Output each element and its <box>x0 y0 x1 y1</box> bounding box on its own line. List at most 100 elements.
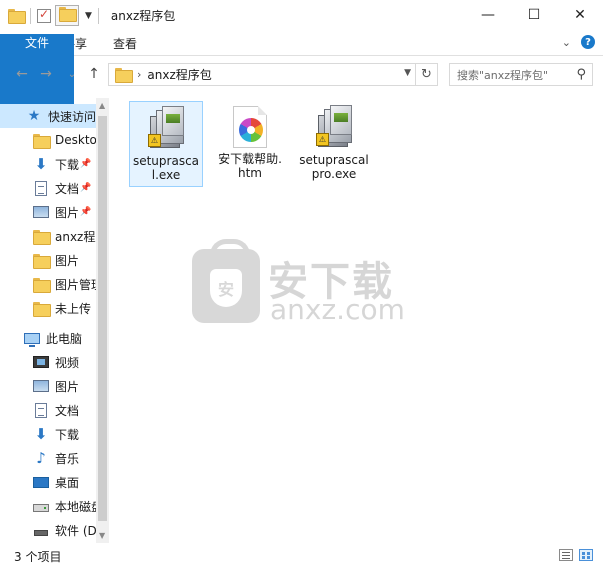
sidebar-item-downloads[interactable]: ⬇ 下载 📌 <box>0 152 96 176</box>
new-folder-button[interactable] <box>55 5 79 26</box>
sidebar-item-pc-pictures[interactable]: 图片 <box>0 374 96 398</box>
document-icon <box>35 180 47 196</box>
scroll-thumb[interactable] <box>98 116 107 521</box>
drive-icon <box>33 504 49 512</box>
sidebar-item-videos[interactable]: 视频 <box>0 350 96 374</box>
expand-ribbon-icon[interactable]: ⌄ <box>562 36 571 49</box>
shield-icon: 安 <box>210 269 242 307</box>
sidebar-item-quick-access[interactable]: ★ 快速访问 <box>0 104 96 128</box>
help-icon[interactable]: ? <box>581 35 595 49</box>
sidebar-item-label: anxz程序包 <box>55 229 96 244</box>
search-icon[interactable]: ⚲ <box>576 67 586 82</box>
drive-icon <box>34 530 48 536</box>
address-bar[interactable]: › anxz程序包 ▼ <box>108 63 416 86</box>
window-controls: — ☐ ✕ <box>465 0 603 30</box>
sidebar-item-label: 未上传 <box>55 301 92 316</box>
tab-view[interactable]: 查看 <box>100 31 150 55</box>
close-button[interactable]: ✕ <box>557 0 603 30</box>
large-icons-view-icon[interactable] <box>579 549 593 561</box>
file-name: setuprascal.exe <box>132 154 200 182</box>
properties-icon[interactable] <box>37 7 51 23</box>
file-name: setuprascalpro.exe <box>299 153 369 181</box>
navigation-pane: ★ 快速访问 Desktop 📌 ⬇ 下载 📌 文档 📌 图片 📌 anxz程序… <box>0 98 110 543</box>
star-icon: ★ <box>27 108 41 124</box>
sidebar-item-not-uploaded[interactable]: 未上传 <box>0 296 96 320</box>
video-icon <box>33 356 49 368</box>
installer-icon: ⚠ <box>146 106 186 150</box>
view-toggle <box>559 549 593 561</box>
pin-icon: 📌 <box>80 183 92 193</box>
breadcrumb-chevron-icon[interactable]: › <box>137 68 141 81</box>
file-item[interactable]: 安下载帮助.htm <box>213 101 287 187</box>
sidebar-item-pictures-folder[interactable]: 图片 <box>0 248 96 272</box>
forward-button[interactable]: → <box>36 64 56 84</box>
breadcrumb-path[interactable]: anxz程序包 <box>147 66 211 83</box>
folder-icon <box>33 133 51 149</box>
title-bar: ▼ anxz程序包 — ☐ ✕ <box>0 0 603 31</box>
pin-icon: 📌 <box>80 159 92 169</box>
folder-icon <box>115 68 133 83</box>
search-input[interactable]: 搜索"anxz程序包" ⚲ <box>449 63 593 86</box>
sidebar-item-local-disk[interactable]: 本地磁盘 <box>0 494 96 518</box>
sidebar-scrollbar[interactable]: ▲ ▼ <box>96 98 109 543</box>
sidebar-item-desktop[interactable]: Desktop 📌 <box>0 128 96 152</box>
sidebar-item-label: 图片 <box>55 379 80 394</box>
folder-icon <box>59 7 77 22</box>
sidebar-item-picture-management[interactable]: 图片管理 <box>0 272 96 296</box>
folder-icon[interactable] <box>8 9 26 24</box>
sidebar-item-label: 此电脑 <box>46 331 83 346</box>
minimize-button[interactable]: — <box>465 0 511 30</box>
address-dropdown-icon[interactable]: ▼ <box>404 68 411 78</box>
scroll-down-icon[interactable]: ▼ <box>99 531 105 540</box>
download-icon: ⬇ <box>34 155 48 173</box>
sidebar-item-label: 视频 <box>55 355 80 370</box>
sidebar-item-desktop-pc[interactable]: 桌面 <box>0 470 96 494</box>
details-view-icon[interactable] <box>559 549 573 561</box>
sidebar-item-label: Desktop <box>55 133 96 147</box>
navigation-bar: ← → ⌄ ↑ › anxz程序包 ▼ ↻ 搜索"anxz程序包" ⚲ <box>0 62 603 88</box>
refresh-button[interactable]: ↻ <box>416 63 438 86</box>
sidebar-item-label: 下载 <box>55 427 80 442</box>
sidebar-item-this-pc[interactable]: 此电脑 <box>0 326 96 350</box>
folder-icon <box>33 301 51 317</box>
file-item[interactable]: ⚠ setuprascal.exe <box>129 101 203 187</box>
file-item[interactable]: ⚠ setuprascalpro.exe <box>297 101 371 187</box>
file-name: 安下载帮助.htm <box>218 152 282 180</box>
sidebar-item-software-drive[interactable]: 软件 (D:) <box>0 518 96 542</box>
status-bar: 3 个项目 <box>0 543 603 569</box>
sidebar-item-pc-documents[interactable]: 文档 <box>0 398 96 422</box>
window-title: anxz程序包 <box>110 9 176 23</box>
maximize-button[interactable]: ☐ <box>511 0 557 30</box>
computer-icon <box>24 332 40 347</box>
ribbon-tabs: 文件 主页 共享 查看 ⌄ ? <box>0 31 603 120</box>
divider <box>30 7 31 24</box>
installer-icon: ⚠ <box>314 105 354 149</box>
sidebar-item-pc-downloads[interactable]: ⬇ 下载 <box>0 422 96 446</box>
sidebar-item-label: 桌面 <box>55 475 80 490</box>
up-button[interactable]: ↑ <box>84 64 104 84</box>
sidebar-item-label: 图片 <box>55 253 80 268</box>
folder-icon <box>33 229 51 245</box>
sidebar-item-label: 图片 <box>55 205 80 220</box>
customize-toolbar-icon[interactable]: ▼ <box>85 11 92 21</box>
picture-icon <box>33 206 49 218</box>
htm-file-icon <box>233 106 267 148</box>
sidebar-item-label: 软件 (D:) <box>55 523 96 538</box>
download-icon: ⬇ <box>34 425 48 443</box>
recent-locations-button[interactable]: ⌄ <box>62 64 82 84</box>
back-button[interactable]: ← <box>12 64 32 84</box>
divider <box>97 7 99 24</box>
music-icon: ♪ <box>36 449 46 467</box>
watermark-text-en: anxz.com <box>270 293 405 326</box>
shopping-bag-icon: 安 <box>192 239 260 323</box>
sidebar-item-anxz[interactable]: anxz程序包 <box>0 224 96 248</box>
sidebar-item-documents[interactable]: 文档 📌 <box>0 176 96 200</box>
sidebar-item-pictures[interactable]: 图片 📌 <box>0 200 96 224</box>
scroll-up-icon[interactable]: ▲ <box>99 101 105 110</box>
pin-icon: 📌 <box>80 207 92 217</box>
sidebar-item-label: 图片管理 <box>55 277 96 292</box>
sidebar-item-music[interactable]: ♪ 音乐 <box>0 446 96 470</box>
sidebar-item-label: 本地磁盘 <box>55 499 96 514</box>
document-icon <box>35 402 47 418</box>
folder-icon <box>33 253 51 269</box>
